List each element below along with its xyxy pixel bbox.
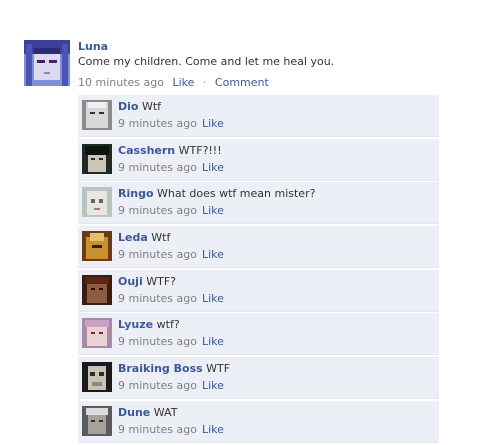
dune-avatar-icon bbox=[82, 405, 112, 436]
comment-text: WTF?!!! bbox=[178, 143, 222, 157]
comment-time: 9 minutes ago bbox=[118, 379, 197, 393]
like-link[interactable]: Like bbox=[202, 204, 224, 217]
avatar[interactable] bbox=[82, 274, 112, 305]
commenter-name[interactable]: Casshern bbox=[118, 144, 175, 157]
comment-text: Wtf bbox=[151, 231, 171, 245]
avatar[interactable] bbox=[82, 143, 112, 174]
comment-link[interactable]: Comment bbox=[215, 76, 269, 89]
post-text: Come my children. Come and let me heal y… bbox=[78, 55, 335, 68]
avatar[interactable] bbox=[82, 100, 112, 130]
comment-time: 9 minutes ago bbox=[118, 248, 197, 262]
post-time: 10 minutes ago bbox=[78, 76, 164, 89]
comment-time: 9 minutes ago bbox=[118, 335, 197, 349]
commenter-name[interactable]: Braiking Boss bbox=[118, 362, 203, 375]
comment-text: WTF bbox=[206, 362, 231, 376]
comment-time: 9 minutes ago bbox=[118, 160, 197, 174]
avatar[interactable] bbox=[24, 40, 70, 86]
avatar[interactable] bbox=[82, 405, 112, 436]
comment-time: 9 minutes ago bbox=[118, 422, 197, 436]
comment-item: Dio Wtf 9 minutes ago Like bbox=[78, 95, 439, 137]
like-link[interactable]: Like bbox=[202, 161, 224, 174]
comment-time: 9 minutes ago bbox=[118, 204, 197, 218]
like-link[interactable]: Like bbox=[202, 379, 224, 392]
avatar[interactable] bbox=[82, 231, 112, 262]
post-meta: 10 minutes ago Like · Comment bbox=[78, 76, 484, 90]
commenter-name[interactable]: Dune bbox=[118, 406, 150, 419]
separator: · bbox=[202, 76, 207, 89]
comment-item: Braiking Boss WTF 9 minutes ago Like bbox=[78, 357, 439, 400]
comment-time: 9 minutes ago bbox=[118, 117, 197, 130]
comment-text: Wtf bbox=[141, 100, 162, 113]
comment-item: Dune WAT 9 minutes ago Like bbox=[78, 400, 439, 443]
like-link[interactable]: Like bbox=[202, 423, 224, 436]
like-link[interactable]: Like bbox=[202, 292, 224, 305]
commenter-name[interactable]: Dio bbox=[118, 100, 138, 113]
commenter-name[interactable]: Lyuze bbox=[118, 318, 153, 331]
comment-list: Dio Wtf 9 minutes ago Like Casshern WTF?!… bbox=[78, 95, 439, 445]
comment-text: WTF? bbox=[146, 274, 176, 288]
post: Luna Come my children. Come and let me h… bbox=[24, 40, 484, 96]
comment-text: WAT bbox=[153, 405, 178, 419]
like-link[interactable]: Like bbox=[202, 117, 224, 130]
comment-item: Casshern WTF?!!! 9 minutes ago Like bbox=[78, 138, 439, 181]
like-link[interactable]: Like bbox=[202, 248, 224, 261]
avatar[interactable] bbox=[82, 362, 112, 393]
avatar[interactable] bbox=[82, 318, 112, 349]
post-author[interactable]: Luna bbox=[78, 40, 484, 54]
comment-text: What does wtf mean mister? bbox=[157, 187, 316, 201]
comment-text: wtf? bbox=[156, 318, 180, 332]
comment-item: Ringo What does wtf mean mister? 9 minut… bbox=[78, 182, 439, 225]
like-link[interactable]: Like bbox=[202, 335, 224, 348]
commenter-name[interactable]: Ringo bbox=[118, 187, 154, 200]
dio-avatar-icon bbox=[82, 100, 112, 130]
comment-item: Lyuze wtf? 9 minutes ago Like bbox=[78, 313, 439, 356]
comment-item: Leda Wtf 9 minutes ago Like bbox=[78, 226, 439, 269]
ouji-avatar-icon bbox=[82, 274, 112, 305]
ringo-avatar-icon bbox=[82, 187, 112, 218]
commenter-name[interactable]: Ouji bbox=[118, 275, 143, 288]
commenter-name[interactable]: Leda bbox=[118, 231, 148, 244]
leda-avatar-icon bbox=[82, 231, 112, 262]
lyuze-avatar-icon bbox=[82, 318, 112, 349]
avatar[interactable] bbox=[82, 187, 112, 218]
comment-item: Ouji WTF? 9 minutes ago Like bbox=[78, 269, 439, 312]
braiking-boss-avatar-icon bbox=[82, 362, 112, 393]
like-link[interactable]: Like bbox=[172, 76, 194, 89]
comment-time: 9 minutes ago bbox=[118, 291, 197, 305]
casshern-avatar-icon bbox=[82, 143, 112, 174]
luna-avatar-icon bbox=[24, 40, 70, 86]
